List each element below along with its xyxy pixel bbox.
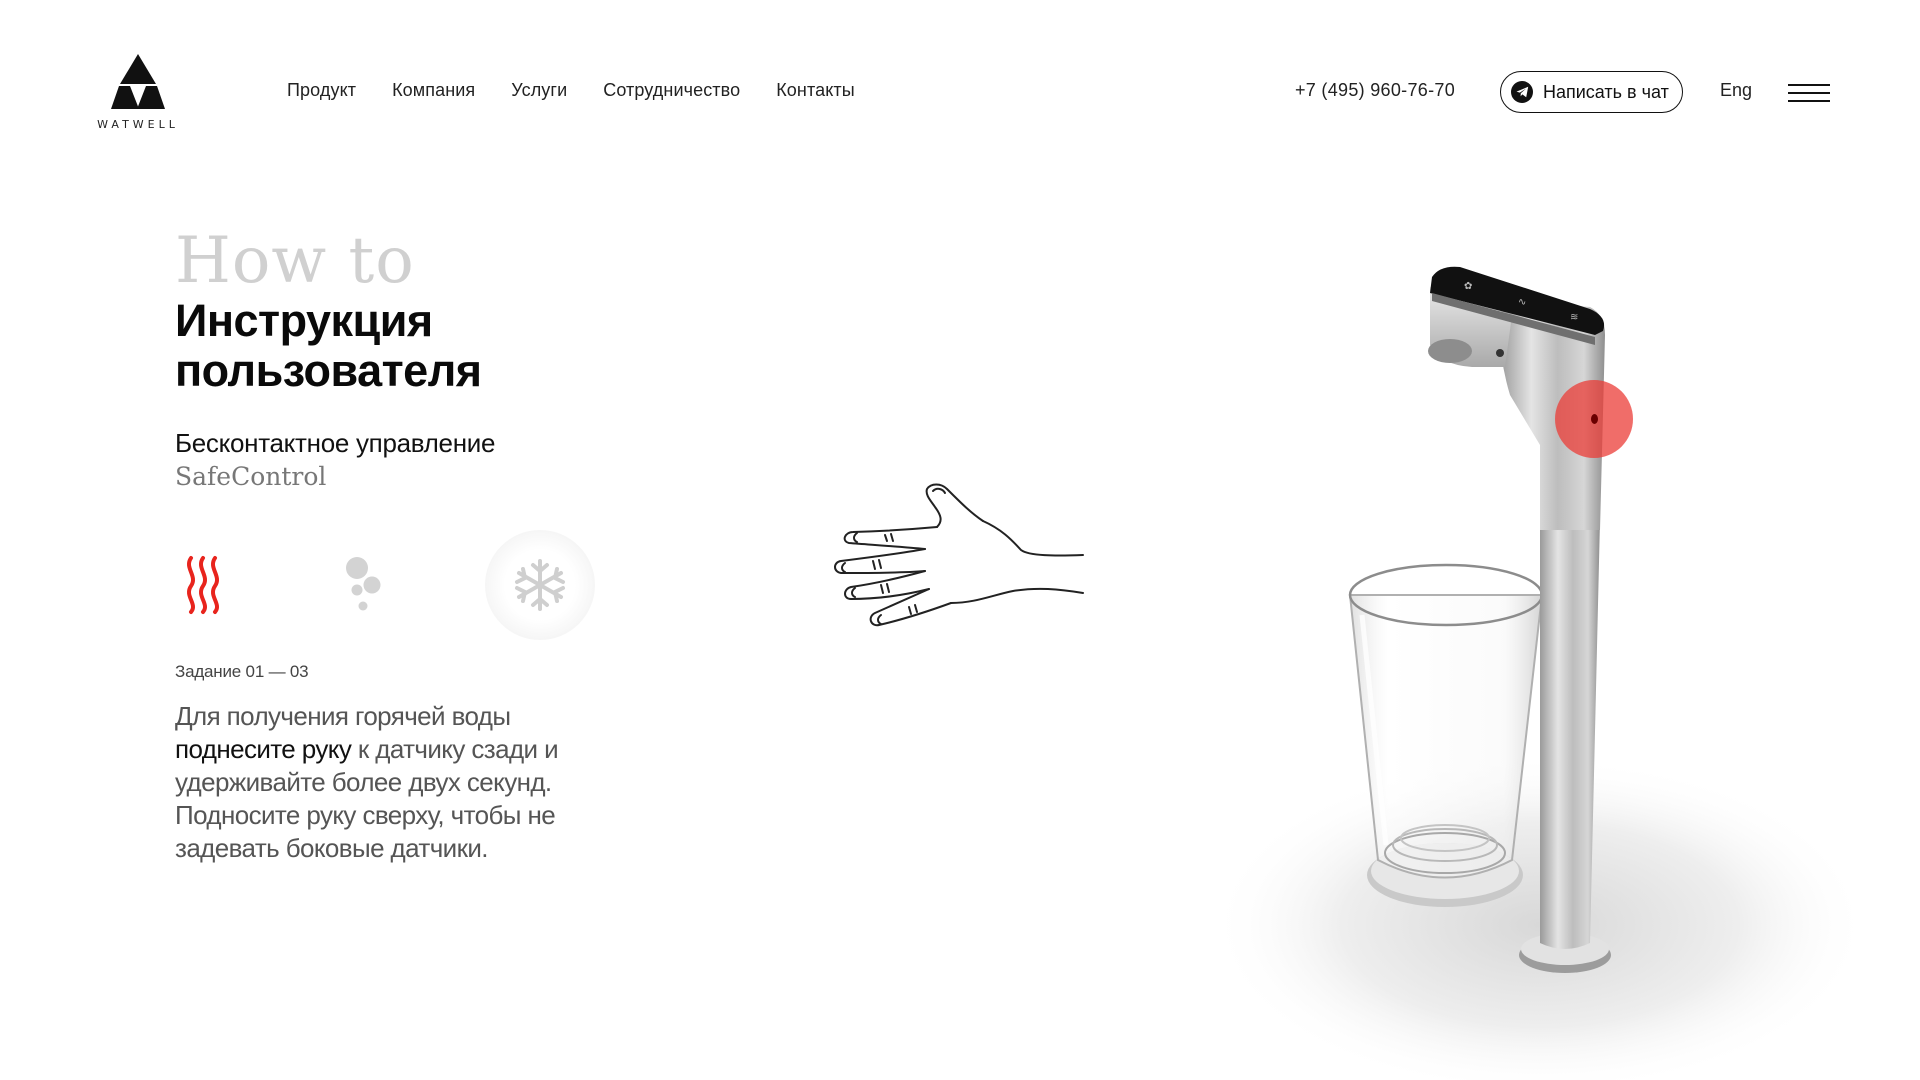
overline-title: How to xyxy=(175,224,415,298)
hand-illustration xyxy=(834,483,1084,627)
svg-text:∿: ∿ xyxy=(1518,297,1526,308)
task-text-part1: Для получения горячей воды xyxy=(175,701,511,731)
sparkling-water-icon xyxy=(346,557,381,611)
chat-button-label: Написать в чат xyxy=(1543,81,1669,102)
mode-sparkling[interactable] xyxy=(335,540,395,630)
cold-water-icon xyxy=(515,559,565,611)
menu-icon xyxy=(1788,84,1830,86)
main-nav: Продукт Компания Услуги Сотрудничество К… xyxy=(287,80,891,101)
svg-text:✿: ✿ xyxy=(1464,281,1472,292)
task-text-highlight: поднесите руку xyxy=(175,734,352,764)
brand-name: WATWELL xyxy=(97,118,179,131)
logo-icon xyxy=(111,54,165,109)
menu-icon-line xyxy=(1788,92,1830,94)
section-brand: SafeControl xyxy=(175,462,327,491)
task-counter: Задание 01 — 03 xyxy=(175,662,309,681)
faucet-illustration: ✿ ∿ ≋ xyxy=(1210,266,1870,1080)
nav-item-services[interactable]: Услуги xyxy=(511,80,567,101)
mode-hot[interactable] xyxy=(175,540,235,630)
nav-item-product[interactable]: Продукт xyxy=(287,80,356,101)
sensor-dot xyxy=(1591,414,1598,424)
nav-item-partnership[interactable]: Сотрудничество xyxy=(603,80,740,101)
section-subtitle: Бесконтактное управление xyxy=(175,428,496,458)
page-title: Инструкция пользователя xyxy=(175,296,695,396)
menu-icon-line xyxy=(1788,100,1830,102)
menu-button[interactable] xyxy=(1788,84,1830,102)
phone-link[interactable]: +7 (495) 960-76-70 xyxy=(1295,80,1455,101)
mode-selector xyxy=(175,530,605,640)
brand-logo[interactable]: WATWELL xyxy=(96,54,180,131)
page-title-line1: Инструкция xyxy=(175,295,433,346)
task-description: Для получения горячей воды поднесите рук… xyxy=(175,700,595,865)
chat-button[interactable]: Написать в чат xyxy=(1500,71,1683,113)
page-title-line2: пользователя xyxy=(175,345,482,396)
nav-item-contacts[interactable]: Контакты xyxy=(776,80,855,101)
language-switch[interactable]: Eng xyxy=(1720,80,1752,101)
hot-water-icon xyxy=(187,556,219,614)
svg-text:≋: ≋ xyxy=(1570,312,1578,323)
sensor-marker[interactable] xyxy=(1555,380,1633,458)
mode-cold[interactable] xyxy=(485,530,595,640)
telegram-icon xyxy=(1511,81,1533,103)
nav-item-company[interactable]: Компания xyxy=(392,80,475,101)
